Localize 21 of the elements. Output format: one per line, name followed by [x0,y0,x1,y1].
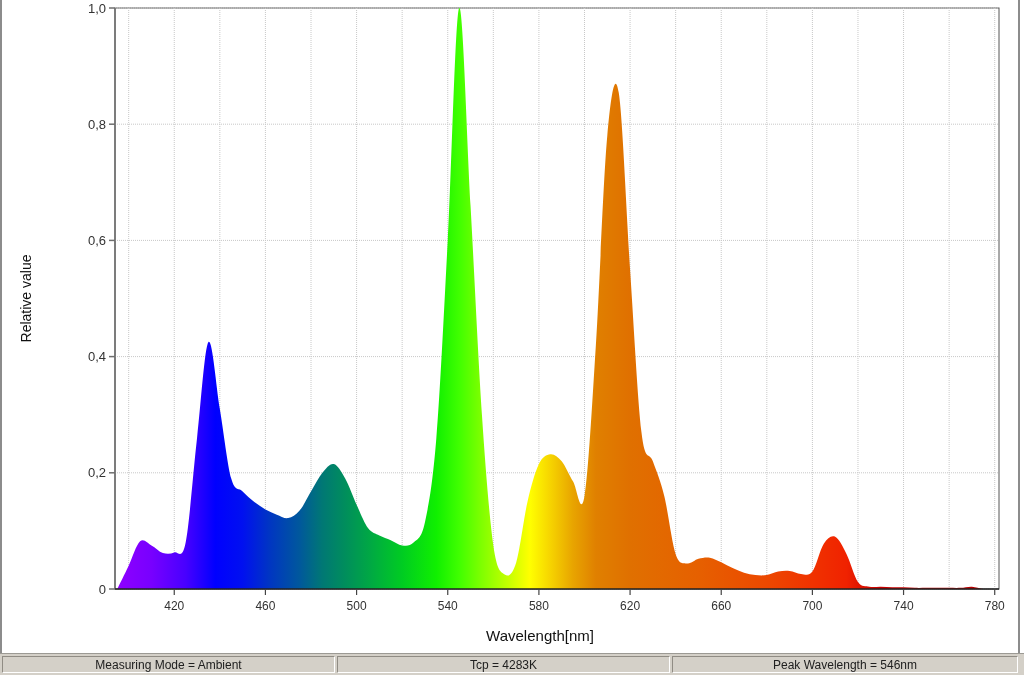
tick-label: 700 [802,599,823,613]
tick-label: 580 [528,599,549,613]
tick-label: 0,4 [87,349,106,365]
axis-title: Relative value [18,254,34,343]
tick-label: 500 [346,599,367,613]
axis-title: Wavelength[nm] [486,627,594,644]
status-message: Peak Wavelength = 546nm [672,656,1018,673]
tick-label: 0,6 [87,232,106,248]
tick-label: 780 [984,599,1005,613]
tick-label: 740 [893,599,914,613]
tick-label: 0 [98,581,106,597]
tick-label: 0,2 [87,465,106,481]
tick-label: 540 [437,599,458,613]
status-message: Measuring Mode = Ambient [2,656,335,673]
tick-label: 0,8 [87,116,106,132]
tick-label: 420 [164,599,185,613]
status-message: Tcp = 4283K [337,656,670,673]
tick-label: 620 [620,599,641,613]
tick-label: 660 [711,599,732,613]
tick-label: 460 [255,599,276,613]
tick-label: 1,0 [87,0,106,16]
